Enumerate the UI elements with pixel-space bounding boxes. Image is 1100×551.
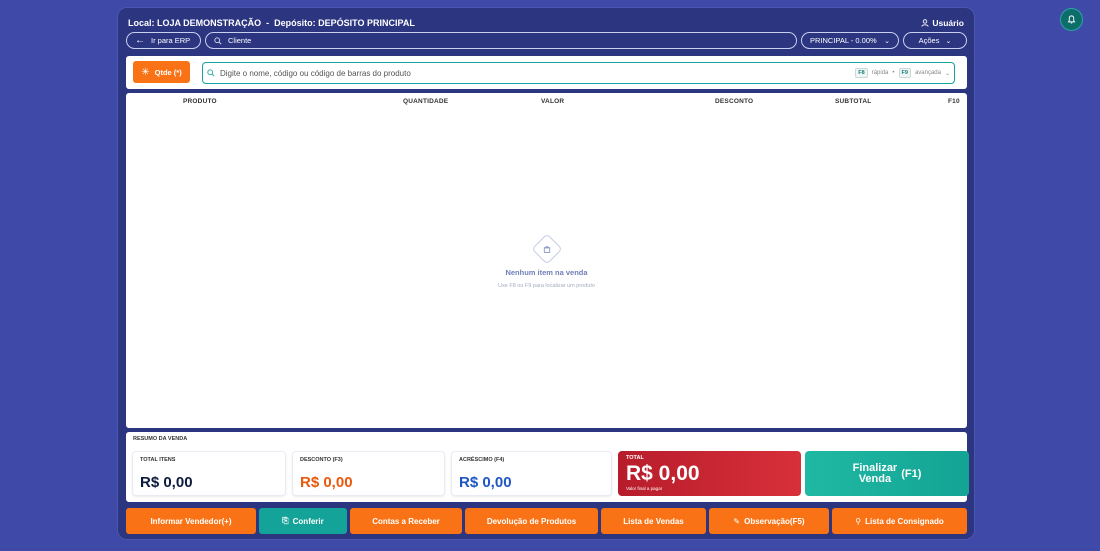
column-f10: F10 xyxy=(948,98,960,105)
surcharge-card[interactable]: ACRÉSCIMO (F4) R$ 0,00 xyxy=(451,451,612,496)
finalize-line-1: Finalizar xyxy=(852,461,898,474)
product-return-button[interactable]: Devolução de Produtos xyxy=(465,508,598,534)
chevron-down-icon: ⌄ xyxy=(944,70,950,77)
go-to-erp-button[interactable]: ← Ir para ERP xyxy=(126,32,201,49)
inform-seller-button[interactable]: Informar Vendedor(+) xyxy=(126,508,256,534)
key-f8: F8 xyxy=(855,68,868,78)
price-table-select[interactable]: PRINCIPAL - 0.00% ⌄ xyxy=(801,32,899,49)
total-items-card: TOTAL ITENS R$ 0,00 xyxy=(132,451,286,496)
search-shortcut-hint: F8 rápida • F9 avançada ⌄ xyxy=(855,68,950,78)
deposit-label: Depósito: DEPÓSITO PRINCIPAL xyxy=(274,18,415,28)
finalize-line-2: Venda xyxy=(858,472,892,485)
column-value: VALOR xyxy=(541,98,565,105)
key-f9: F9 xyxy=(898,68,911,78)
total-items-label: TOTAL ITENS xyxy=(140,457,176,463)
pdv-window: Local: LOJA DEMONSTRAÇÃO - Depósito: DEP… xyxy=(117,7,975,540)
column-subtotal: SUBTOTAL xyxy=(835,98,872,105)
total-subtitle: Valor final a pagar xyxy=(626,486,663,491)
consigned-list-label: Lista de Consignado xyxy=(865,516,944,526)
quantity-button[interactable]: ✳ Qtde (*) xyxy=(133,61,190,83)
arrow-left-icon: ← xyxy=(135,35,145,46)
fast-search-label: rápida xyxy=(871,70,889,76)
finalize-shortcut: (F1) xyxy=(901,467,922,480)
accounts-receivable-label: Contas a Receber xyxy=(372,516,440,526)
user-icon xyxy=(921,19,929,27)
header-bar: Local: LOJA DEMONSTRAÇÃO - Depósito: DEP… xyxy=(128,15,964,31)
sales-list-label: Lista de Vendas xyxy=(623,516,684,526)
sales-list-button[interactable]: Lista de Vendas xyxy=(601,508,706,534)
quantity-label: Qtde (*) xyxy=(154,67,182,77)
actions-dropdown[interactable]: Ações ⌄ xyxy=(903,32,967,49)
advanced-search-label: avançada xyxy=(914,70,941,76)
discount-label: DESCONTO (F3) xyxy=(300,457,343,463)
empty-subtitle: Use F8 ou F9 para localizar um produto xyxy=(498,283,595,289)
total-items-value: R$ 0,00 xyxy=(140,474,193,491)
sale-summary: RESUMO DA VENDA TOTAL ITENS R$ 0,00 DESC… xyxy=(126,432,969,502)
product-return-label: Devolução de Produtos xyxy=(486,516,577,526)
discount-card[interactable]: DESCONTO (F3) R$ 0,00 xyxy=(292,451,445,496)
items-table: PRODUTO QUANTIDADE VALOR DESCONTO SUBTOT… xyxy=(126,93,967,428)
total-label: TOTAL xyxy=(626,455,644,461)
surcharge-label: ACRÉSCIMO (F4) xyxy=(459,457,505,463)
user-search-icon: ⚲ xyxy=(855,516,862,526)
inform-seller-label: Informar Vendedor(+) xyxy=(150,516,232,526)
product-search-bar: ✳ Qtde (*) Digite o nome, código ou códi… xyxy=(126,56,967,89)
total-card: TOTAL R$ 0,00 Valor final a pagar xyxy=(618,451,801,496)
discount-value: R$ 0,00 xyxy=(300,474,353,491)
empty-title: Nenhum item na venda xyxy=(505,268,588,277)
user-label: Usuário xyxy=(932,18,964,28)
clipboard-check-icon: ⎘ xyxy=(282,516,289,525)
asterisk-icon: ✳ xyxy=(141,66,150,78)
column-discount: DESCONTO xyxy=(715,98,754,105)
product-search-input[interactable]: Digite o nome, código ou código de barra… xyxy=(202,62,955,84)
store-location: Local: LOJA DEMONSTRAÇÃO xyxy=(128,18,262,28)
actions-label: Ações xyxy=(918,36,940,45)
search-icon xyxy=(207,69,215,77)
note-label: Observação(F5) xyxy=(744,516,805,526)
table-header: PRODUTO QUANTIDADE VALOR DESCONTO SUBTOT… xyxy=(126,93,967,111)
client-search-input[interactable]: Cliente xyxy=(205,32,797,49)
empty-state: Nenhum item na venda Use F8 ou F9 para l… xyxy=(126,233,967,289)
go-to-erp-label: Ir para ERP xyxy=(151,36,191,45)
finalize-sale-button[interactable]: Finalizar Venda (F1) xyxy=(805,451,969,496)
surcharge-value: R$ 0,00 xyxy=(459,474,512,491)
column-quantity: QUANTIDADE xyxy=(403,98,449,105)
chevron-down-icon: ⌄ xyxy=(945,37,952,45)
summary-title: RESUMO DA VENDA xyxy=(133,436,188,442)
note-button[interactable]: ✎ Observação(F5) xyxy=(709,508,829,534)
consigned-list-button[interactable]: ⚲ Lista de Consignado xyxy=(832,508,967,534)
price-table-value: PRINCIPAL - 0.00% xyxy=(810,36,877,45)
total-value: R$ 0,00 xyxy=(626,462,700,485)
product-search-placeholder: Digite o nome, código ou código de barra… xyxy=(220,68,411,78)
bell-icon xyxy=(1067,14,1076,23)
header-separator: - xyxy=(266,18,270,28)
hint-dot: • xyxy=(892,70,895,76)
notification-bell-button[interactable] xyxy=(1060,8,1083,31)
chevron-down-icon: ⌄ xyxy=(884,37,890,45)
finalize-label: Finalizar Venda xyxy=(852,461,898,485)
check-label: Conferir xyxy=(292,516,324,526)
pencil-icon: ✎ xyxy=(733,516,741,526)
empty-box-icon xyxy=(530,233,563,265)
column-product: PRODUTO xyxy=(183,98,217,105)
accounts-receivable-button[interactable]: Contas a Receber xyxy=(350,508,462,534)
client-placeholder: Cliente xyxy=(228,36,252,45)
user-menu[interactable]: Usuário xyxy=(921,18,964,28)
check-button[interactable]: ⎘ Conferir xyxy=(259,508,347,534)
search-icon xyxy=(214,36,222,45)
